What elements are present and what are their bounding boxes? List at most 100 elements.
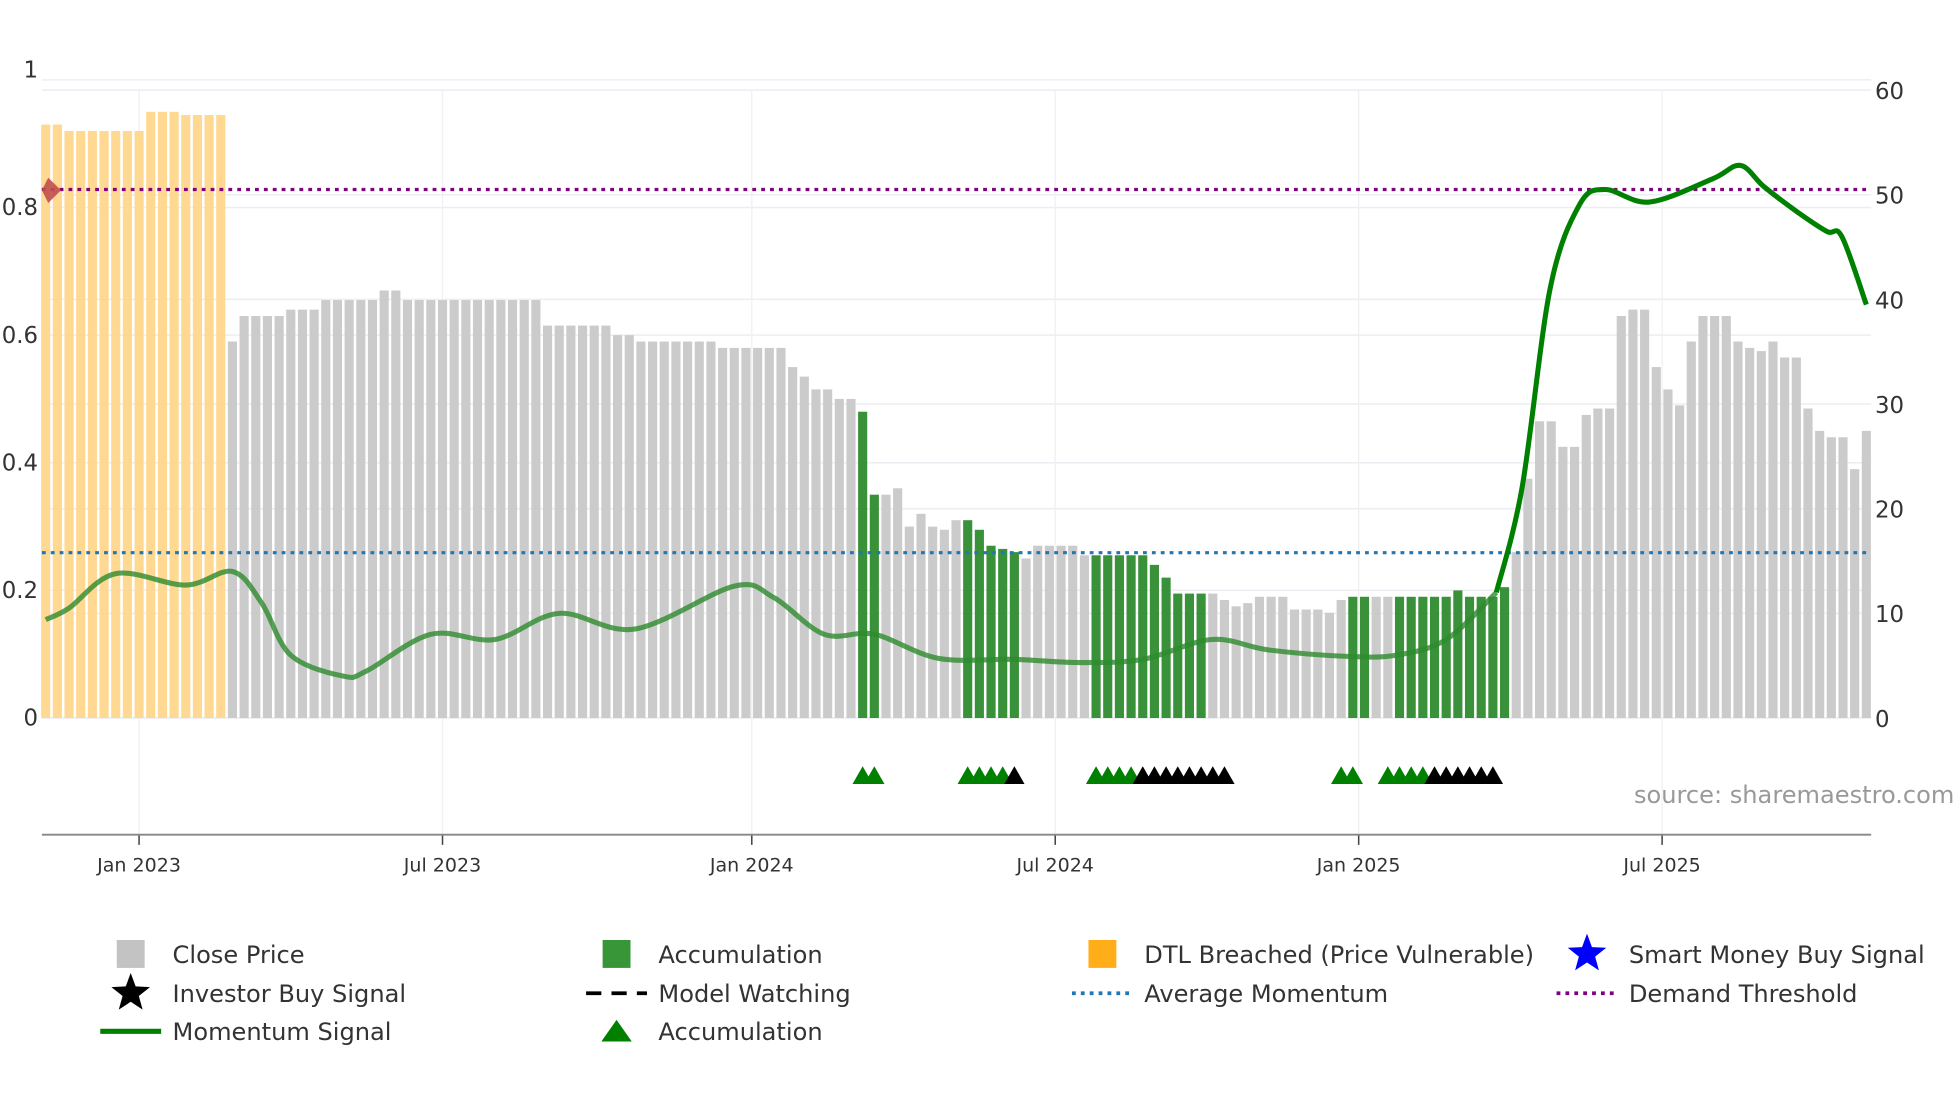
accumulation-bar [1114,555,1124,719]
close-price-bar [321,300,331,719]
close-price-bar [426,300,436,719]
close-price-bar [916,513,926,719]
close-price-bar [239,316,249,719]
legend-label: Close Price [173,941,305,969]
close-price-bar [1243,603,1253,719]
close-price-bar [1850,469,1860,719]
close-price-bar [636,341,646,719]
close-price-bar [753,347,763,719]
close-price-bar [1721,316,1731,719]
legend-label: Accumulation [658,941,822,969]
legend-label: Average Momentum [1144,980,1388,1008]
close-price-bar [1324,612,1335,719]
accumulation-bar [1429,596,1440,719]
close-price-bar [344,300,354,719]
close-price-bar [1219,599,1230,719]
close-price-bar [1768,341,1778,719]
dtl-breached-bar [99,130,109,719]
close-price-bar [659,341,669,719]
accumulation-bar [963,520,973,719]
close-price-bar [904,526,914,719]
accumulation-bar [858,411,868,719]
close-price-bar [601,325,611,719]
close-price-bar [1756,351,1766,719]
close-price-bar [554,325,564,719]
close-price-bar [846,398,856,719]
legend-label: Investor Buy Signal [173,980,406,1008]
right-tick-label: 40 [1875,288,1904,314]
close-price-bar [694,341,704,719]
close-price-bar [1780,357,1790,719]
close-price-bar [939,529,949,719]
accumulation-bar [1149,564,1159,719]
close-price-bar [683,341,693,719]
close-price-bar [624,335,634,719]
close-price-bar [566,325,576,719]
close-price-bar [356,300,366,719]
close-price-bar [589,325,599,719]
accumulation-bar [1173,593,1183,719]
close-price-bar [1628,309,1638,719]
close-price-bar [1523,478,1533,719]
legend-square-icon [1088,940,1117,968]
close-price-bar [893,488,903,719]
close-price-bar [309,309,319,719]
dtl-breached-bar [52,124,62,719]
close-price-bar [1698,316,1708,719]
close-price-bar [1044,545,1054,719]
accumulation-bar [1488,596,1498,719]
close-price-bar [262,316,273,719]
close-price-bar [1640,309,1650,719]
close-price-bar [1266,596,1276,719]
close-price-bar [741,347,751,719]
legend-label: Accumulation [658,1018,822,1046]
accumulation-bar [986,545,996,719]
close-price-bar [1056,545,1066,719]
legend-label: Smart Money Buy Signal [1629,941,1925,969]
close-price-bar [718,347,728,719]
dtl-breached-bar [192,115,202,719]
close-price-bar [496,300,506,719]
accumulation-bar [869,494,879,719]
close-price-bar [1581,414,1591,719]
close-price-bar [1208,593,1218,719]
close-price-bar [706,341,716,719]
legend-label: Model Watching [658,980,850,1008]
right-tick-label: 0 [1875,707,1890,733]
close-price-bar [1616,316,1626,719]
x-tick-label: Jul 2024 [1016,855,1094,877]
close-price-bar [227,341,238,719]
close-price-bar [788,367,798,719]
dtl-breached-bar [134,130,144,719]
accumulation-bar [1103,555,1113,719]
dtl-breached-bar [157,111,167,719]
close-price-bar [297,309,308,719]
accumulation-bar [1418,596,1428,719]
dtl-breached-bar [111,130,121,719]
legend-square-icon [602,940,631,968]
close-price-bar [1336,599,1346,719]
close-price-bar [764,347,774,719]
dtl-breached-bar [41,124,51,719]
close-price-bar [577,325,588,719]
close-price-bar [1710,316,1720,719]
legend-star-icon [1567,933,1607,971]
right-tick-label: 20 [1875,498,1904,524]
left-tick-label: 0.8 [2,195,38,221]
close-price-bar [928,526,938,719]
close-price-bar [251,316,261,719]
close-price-bar [648,341,658,719]
close-price-bar [729,347,739,719]
close-price-bar [472,300,483,719]
legend-square-icon [116,940,145,968]
close-price-bar [1068,545,1078,719]
close-price-bar [1033,545,1043,719]
accumulation-bar [1184,593,1195,719]
dtl-breached-bar [76,130,86,719]
accumulation-bar [1196,593,1206,719]
bars [41,111,1871,719]
left-tick-label: 0 [24,706,39,732]
dtl-breached-bar [204,115,214,719]
left-tick-label: 1 [24,57,39,83]
accumulation-bar [1499,587,1510,719]
